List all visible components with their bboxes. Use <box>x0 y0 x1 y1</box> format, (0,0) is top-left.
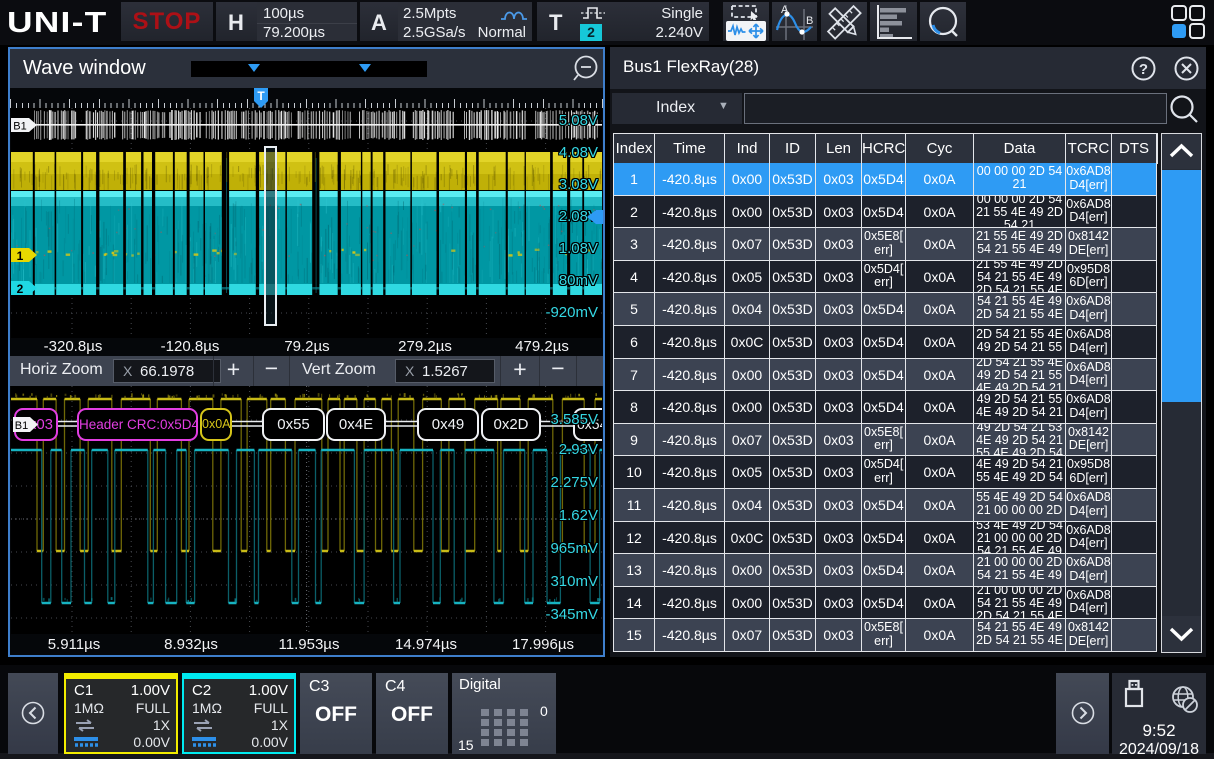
svg-text:B1: B1 <box>13 121 26 133</box>
svg-text:B1: B1 <box>15 420 28 432</box>
svg-text:2: 2 <box>17 282 24 296</box>
svg-text:B: B <box>806 15 813 27</box>
svg-text:?: ? <box>1139 61 1148 78</box>
svg-text:1: 1 <box>17 249 24 263</box>
svg-text:A: A <box>781 4 789 16</box>
svg-text:T: T <box>257 89 265 103</box>
